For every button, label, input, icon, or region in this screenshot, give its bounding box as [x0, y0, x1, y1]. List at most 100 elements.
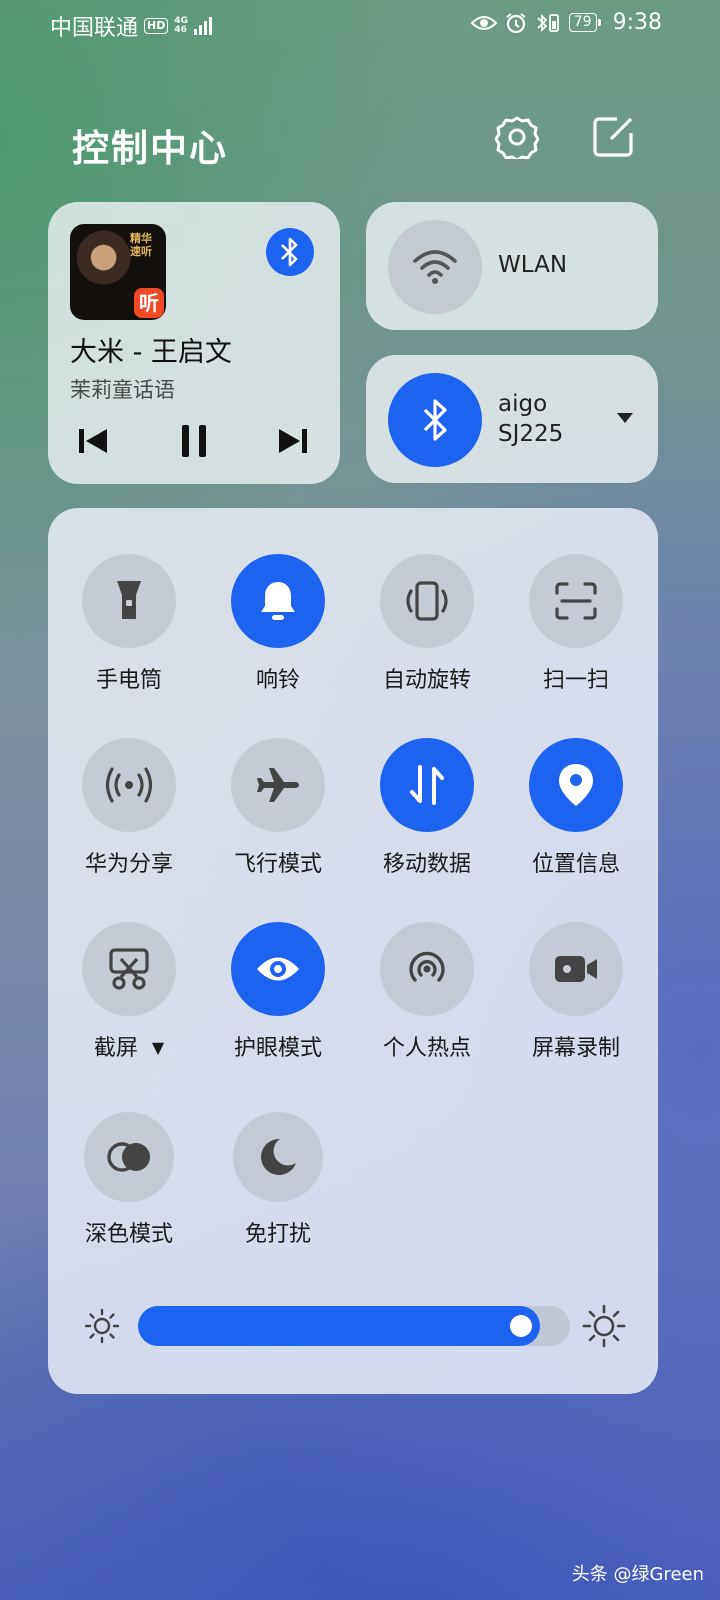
- eye-icon: [257, 957, 299, 981]
- toggle-ringer[interactable]: 响铃: [203, 554, 353, 694]
- toggle-airplane[interactable]: 飞行模式: [203, 738, 353, 878]
- toggle-mobile-data[interactable]: 移动数据: [352, 738, 502, 878]
- bluetooth-tile[interactable]: aigo SJ225: [366, 355, 658, 483]
- wlan-tile[interactable]: WLAN: [366, 202, 658, 330]
- carrier-label: 中国联通: [50, 16, 139, 41]
- toggle-auto-rotate-button[interactable]: [380, 554, 474, 648]
- wifi-icon: [413, 250, 457, 284]
- settings-button[interactable]: [494, 114, 540, 160]
- album-cover[interactable]: 精华速听 听: [70, 224, 166, 320]
- eye-comfort-icon: [470, 15, 497, 30]
- bluetooth-icon: [423, 399, 447, 441]
- toggle-label: 护眼模式: [233, 1036, 322, 1061]
- toggle-dark-mode[interactable]: 深色模式: [54, 1112, 204, 1248]
- toggle-huawei-share[interactable]: 华为分享: [54, 738, 204, 878]
- network-type: 4G 46: [174, 16, 189, 35]
- toggle-label: 扫一扫: [542, 668, 609, 693]
- toggle-hotspot[interactable]: 个人热点: [352, 922, 502, 1062]
- wlan-label: WLAN: [498, 252, 568, 278]
- brightness-thumb[interactable]: [510, 1315, 532, 1337]
- clock: 9:38: [612, 10, 662, 35]
- mobile-data-icon: [410, 765, 444, 805]
- media-card[interactable]: 精华速听 听 大米 - 王启文 茉莉童话语: [48, 202, 340, 484]
- toggle-mobile-data-button[interactable]: [380, 738, 474, 832]
- dark-mode-icon: [107, 1142, 150, 1172]
- toggle-label: 飞行模式: [233, 852, 322, 877]
- brightness-slider[interactable]: [138, 1306, 570, 1346]
- toggle-screenshot[interactable]: 截屏 ▼: [54, 922, 204, 1062]
- toggle-label: 深色模式: [84, 1222, 173, 1247]
- toggle-location-button[interactable]: [529, 738, 623, 832]
- toggle-label: 手电筒: [95, 668, 162, 693]
- share-icon: [105, 767, 153, 803]
- toggle-label: 移动数据: [382, 852, 471, 877]
- bt-device-model: SJ225: [498, 421, 564, 447]
- bluetooth-vibrate-icon: [537, 13, 559, 32]
- toggle-location[interactable]: 位置信息: [501, 738, 651, 878]
- flashlight-icon: [117, 581, 141, 619]
- moon-icon: [261, 1138, 296, 1175]
- pause-icon: [182, 425, 206, 457]
- toggle-eye-comfort-button[interactable]: [231, 922, 325, 1016]
- signal-icon: [194, 17, 213, 35]
- quick-toggles-panel: 手电筒 响铃 自动旋转 扫一扫 华为分享 飞行模式 移动数据 位置信息 截屏 ▼…: [48, 508, 658, 1394]
- audio-output-button[interactable]: [266, 228, 314, 276]
- toggle-flashlight[interactable]: 手电筒: [54, 554, 204, 694]
- edit-icon: [593, 117, 633, 157]
- toggle-huawei-share-button[interactable]: [82, 738, 176, 832]
- screenshot-icon: [109, 948, 149, 990]
- toggle-label: 华为分享: [84, 852, 173, 877]
- toggle-do-not-disturb[interactable]: 免打扰: [203, 1112, 353, 1248]
- bt-device-name: aigo: [498, 391, 548, 417]
- previous-button[interactable]: [70, 418, 116, 464]
- toggle-label: 响铃: [255, 668, 300, 693]
- pause-button[interactable]: [171, 418, 217, 464]
- brightness-control: [48, 1298, 658, 1358]
- bluetooth-icon: [281, 237, 298, 267]
- toggle-eye-comfort[interactable]: 护眼模式: [203, 922, 353, 1062]
- app-badge: 听: [134, 288, 164, 318]
- toggle-label: 个人热点: [382, 1036, 471, 1061]
- artist-name: 茉莉童话语: [70, 378, 175, 402]
- toggle-screenshot-button[interactable]: [82, 922, 176, 1016]
- toggle-hotspot-button[interactable]: [380, 922, 474, 1016]
- hotspot-icon: [409, 951, 445, 982]
- bt-expand-button[interactable]: [616, 409, 636, 429]
- toggle-label: 位置信息: [531, 852, 620, 877]
- watermark: 头条 @绿Green: [571, 1564, 704, 1585]
- next-icon: [279, 429, 307, 453]
- toggle-dark-mode-button[interactable]: [84, 1112, 174, 1202]
- chevron-down-icon[interactable]: ▼: [152, 1038, 164, 1057]
- previous-icon: [79, 429, 107, 453]
- toggle-label: 截屏: [93, 1036, 138, 1061]
- toggle-flashlight-button[interactable]: [82, 554, 176, 648]
- alarm-icon: [506, 12, 526, 33]
- hd-badge: HD: [144, 18, 169, 34]
- brightness-fill: [138, 1306, 540, 1346]
- toggle-do-not-disturb-button[interactable]: [233, 1112, 323, 1202]
- toggle-label: 免打扰: [244, 1222, 311, 1247]
- brightness-low-icon: [84, 1308, 120, 1344]
- scan-icon: [555, 582, 597, 620]
- toggle-airplane-button[interactable]: [231, 738, 325, 832]
- wlan-toggle[interactable]: [388, 220, 482, 314]
- toggle-screen-record-button[interactable]: [529, 922, 623, 1016]
- next-button[interactable]: [270, 418, 316, 464]
- toggle-scan[interactable]: 扫一扫: [501, 554, 651, 694]
- gear-icon: [495, 116, 539, 159]
- toggle-ringer-button[interactable]: [231, 554, 325, 648]
- toggle-screen-record[interactable]: 屏幕录制: [501, 922, 651, 1062]
- auto-rotate-icon: [406, 581, 448, 621]
- toggle-auto-rotate[interactable]: 自动旋转: [352, 554, 502, 694]
- battery-indicator: 79: [568, 13, 601, 32]
- video-icon: [555, 956, 597, 982]
- page-title: 控制中心: [72, 127, 228, 170]
- edit-button[interactable]: [590, 114, 636, 160]
- location-icon: [559, 764, 593, 806]
- toggle-scan-button[interactable]: [529, 554, 623, 648]
- bell-icon: [261, 582, 295, 620]
- chevron-down-icon: [617, 413, 633, 423]
- brightness-high-icon: [582, 1304, 626, 1348]
- toggle-label: 屏幕录制: [531, 1036, 620, 1061]
- bluetooth-toggle[interactable]: [388, 373, 482, 467]
